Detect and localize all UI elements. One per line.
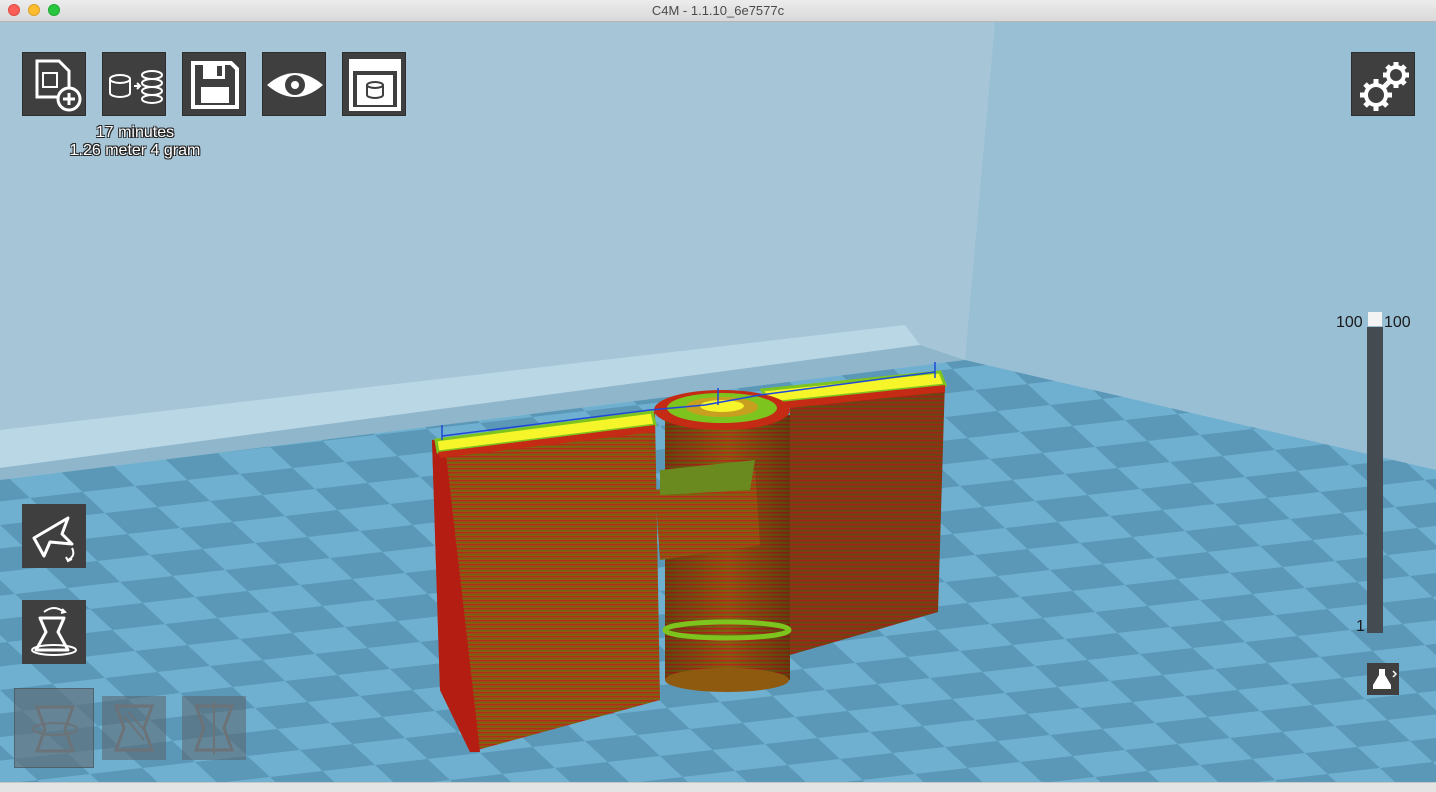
status-bar — [0, 782, 1436, 792]
gcode-view-button[interactable] — [1367, 663, 1399, 695]
mirror-x-icon — [32, 705, 78, 753]
print-material: 1.26 meter 4 gram — [69, 142, 201, 159]
print-time: 17 minutes — [95, 124, 175, 141]
3d-viewport[interactable]: 17 minutes 1.26 meter 4 gram 100 100 1 — [0, 22, 1436, 782]
printer-icon — [349, 59, 401, 111]
layer-slider-handle[interactable] — [1368, 312, 1382, 326]
layer-slider-min-label: 1 — [1356, 618, 1365, 635]
mirror-y-button[interactable] — [102, 696, 166, 760]
gcode-view-icon — [1373, 669, 1398, 689]
settings-button[interactable] — [1351, 52, 1415, 116]
mirror-y-icon — [113, 704, 155, 752]
layer-slider-max-label: 100 — [1336, 314, 1363, 331]
file-add-icon — [35, 59, 82, 112]
eye-icon — [267, 73, 323, 97]
mirror-z-icon — [193, 702, 235, 754]
scale-icon — [31, 607, 77, 656]
title-bar: C4M - 1.1.10_6e7577c — [0, 0, 1436, 22]
floppy-disk-icon — [191, 61, 239, 109]
gears-icon — [1360, 62, 1409, 111]
scale-tool-button[interactable] — [22, 600, 86, 664]
save-button[interactable] — [182, 52, 246, 116]
slice-button[interactable] — [102, 52, 166, 116]
rotate-icon — [32, 516, 75, 563]
layer-slider-current-label: 100 — [1384, 314, 1411, 331]
mirror-x-button[interactable] — [14, 688, 94, 768]
print-estimate: 17 minutes 1.26 meter 4 gram — [40, 124, 230, 160]
print-button[interactable] — [342, 52, 406, 116]
window-title: C4M - 1.1.10_6e7577c — [651, 3, 785, 18]
layer-slider-track[interactable] — [1367, 327, 1383, 633]
rotate-tool-button[interactable] — [22, 504, 86, 568]
view-mode-button[interactable] — [262, 52, 326, 116]
load-model-button[interactable] — [22, 52, 86, 116]
slice-icon — [109, 70, 163, 104]
mirror-z-button[interactable] — [182, 696, 246, 760]
